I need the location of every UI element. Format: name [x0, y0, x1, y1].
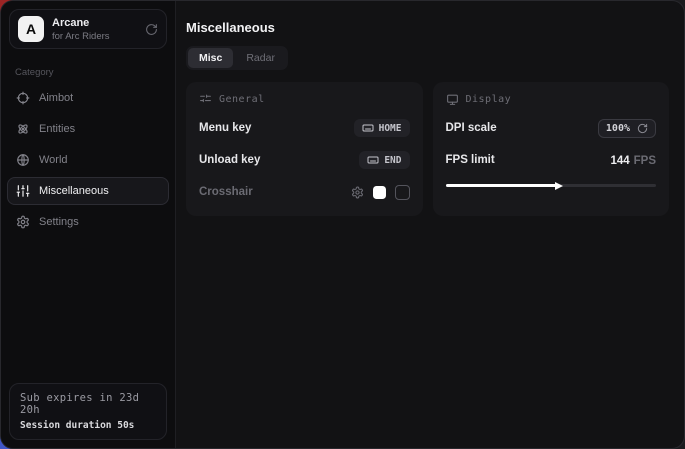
sidebar-item-miscellaneous[interactable]: Miscellaneous	[7, 177, 169, 205]
general-card-title: General	[219, 94, 265, 105]
subscription-status-card: Sub expires in 23d 20h Session duration …	[9, 383, 167, 440]
crosshair-checkbox[interactable]	[395, 185, 410, 200]
tab-radar[interactable]: Radar	[235, 48, 286, 68]
gear-icon	[16, 215, 30, 229]
sidebar-item-label: Settings	[39, 216, 79, 228]
menu-key-value: HOME	[379, 123, 402, 134]
dpi-scale-label: DPI scale	[446, 122, 497, 134]
display-card-title: Display	[466, 94, 512, 105]
unload-key-label: Unload key	[199, 154, 260, 166]
fps-limit-value-group: 144 FPS	[610, 151, 656, 169]
app-meta: Arcane for Arc Riders	[52, 17, 110, 42]
unload-key-binding[interactable]: END	[359, 151, 409, 169]
globe-icon	[16, 153, 30, 167]
sliders-horizontal-icon	[199, 93, 212, 106]
crosshair-label: Crosshair	[199, 186, 253, 198]
fps-limit-row: FPS limit 144 FPS	[446, 150, 657, 170]
sidebar-item-aimbot[interactable]: Aimbot	[7, 84, 169, 112]
sidebar-item-label: Aimbot	[39, 92, 73, 104]
unload-key-value: END	[384, 155, 401, 166]
sub-expires-text: Sub expires in 23d 20h	[20, 392, 156, 416]
crosshair-controls	[351, 185, 410, 200]
main-panel: Miscellaneous Misc Radar General	[176, 1, 684, 448]
sidebar-item-label: Miscellaneous	[39, 185, 109, 197]
app-tagline: for Arc Riders	[52, 31, 110, 42]
fps-limit-slider[interactable]	[446, 184, 657, 187]
fps-slider-fill	[446, 184, 558, 187]
sidebar-nav: Aimbot Entities	[1, 84, 175, 236]
sidebar-item-label: Entities	[39, 123, 75, 135]
dpi-scale-row: DPI scale 100%	[446, 118, 657, 138]
menu-key-row: Menu key HOME	[199, 118, 410, 138]
rotate-icon[interactable]	[637, 123, 648, 134]
general-card: General Menu key HOME Unload key	[186, 82, 423, 216]
keyboard-icon	[367, 154, 379, 166]
session-duration-text: Session duration 50s	[20, 420, 156, 431]
user-card: A Arcane for Arc Riders	[9, 9, 167, 49]
fps-limit-unit: FPS	[634, 155, 656, 167]
menu-key-label: Menu key	[199, 122, 251, 134]
general-card-header: General	[199, 93, 410, 106]
crosshair-settings-icon[interactable]	[351, 186, 364, 199]
sidebar-item-settings[interactable]: Settings	[7, 208, 169, 236]
page-title: Miscellaneous	[186, 20, 669, 35]
dpi-scale-value: 100%	[606, 123, 630, 134]
tab-misc[interactable]: Misc	[188, 48, 233, 68]
tab-bar: Misc Radar	[186, 46, 288, 70]
dpi-scale-control[interactable]: 100%	[598, 119, 656, 138]
sliders-icon	[16, 184, 30, 198]
display-card: Display DPI scale 100% FPS limit	[433, 82, 670, 216]
keyboard-icon	[362, 122, 374, 134]
fps-limit-value: 144	[610, 155, 629, 167]
cards-row: General Menu key HOME Unload key	[186, 82, 669, 216]
app-window: A Arcane for Arc Riders Category Aimbot	[0, 0, 685, 449]
sidebar-item-world[interactable]: World	[7, 146, 169, 174]
app-name: Arcane	[52, 17, 110, 29]
crosshair-row: Crosshair	[199, 182, 410, 202]
monitor-icon	[446, 93, 459, 106]
sync-icon[interactable]	[145, 23, 158, 36]
crosshair-color-swatch[interactable]	[373, 186, 386, 199]
display-card-header: Display	[446, 93, 657, 106]
fps-limit-label: FPS limit	[446, 154, 495, 166]
sidebar-item-label: World	[39, 154, 68, 166]
category-label: Category	[15, 67, 161, 78]
menu-key-binding[interactable]: HOME	[354, 119, 410, 137]
atom-icon	[16, 122, 30, 136]
sidebar-item-entities[interactable]: Entities	[7, 115, 169, 143]
fps-slider-thumb[interactable]	[555, 182, 563, 190]
sidebar: A Arcane for Arc Riders Category Aimbot	[1, 1, 176, 448]
app-logo: A	[18, 16, 44, 42]
unload-key-row: Unload key END	[199, 150, 410, 170]
crosshair-icon	[16, 91, 30, 105]
